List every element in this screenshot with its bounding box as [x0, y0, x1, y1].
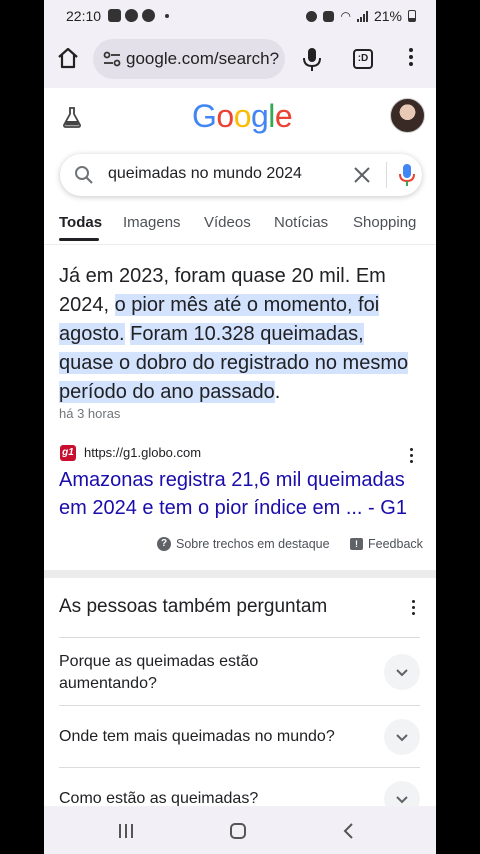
microphone-icon[interactable] [301, 46, 323, 72]
source-url[interactable]: https://g1.globo.com [84, 445, 201, 460]
url-text: google.com/search? [126, 49, 280, 68]
battery-percent: 21% [373, 8, 402, 24]
browser-toolbar: google.com/search? :D [44, 32, 436, 88]
feedback-icon: ! [350, 538, 363, 550]
tab-shopping[interactable]: Shopping [353, 214, 416, 231]
tab-noticias[interactable]: Notícias [274, 214, 328, 231]
tab-switcher-button[interactable]: :D [353, 49, 373, 69]
logo-letter: o [233, 98, 252, 134]
logo-letter: g [250, 98, 269, 134]
about-snippets-label: Sobre trechos em destaque [176, 537, 330, 551]
logo-letter: G [192, 98, 217, 134]
tabs-divider [44, 244, 436, 245]
home-icon[interactable] [56, 46, 80, 70]
chevron-down-icon[interactable] [384, 719, 420, 755]
status-time: 22:10 [66, 8, 102, 24]
status-bar: 22:10 ◠ 21% [44, 0, 436, 32]
logo-letter: e [274, 98, 293, 134]
chevron-down-icon[interactable] [384, 654, 420, 690]
clear-icon[interactable] [352, 165, 372, 185]
logo-letter: o [216, 98, 234, 134]
mute-icon [323, 10, 335, 22]
notification-icons [108, 9, 169, 22]
featured-snippet-text: Já em 2023, foram quase 20 mil. Em 2024,… [59, 262, 421, 407]
snippet-age: há 3 horas [59, 406, 121, 421]
battery-icon [408, 10, 416, 22]
section-separator [44, 570, 436, 578]
feedback-label: Feedback [368, 537, 423, 551]
search-box[interactable]: queimadas no mundo 2024 [60, 154, 422, 196]
v-app-icon [108, 9, 121, 22]
alarm-icon [306, 10, 318, 22]
google-logo[interactable]: Google [192, 98, 293, 135]
home-nav-icon[interactable] [230, 823, 246, 839]
result-more-icon[interactable] [410, 448, 413, 463]
tab-todas[interactable]: Todas [59, 214, 102, 231]
paa-more-icon[interactable] [412, 600, 415, 615]
system-nav-bar [44, 806, 436, 854]
browser-menu-icon[interactable] [403, 48, 419, 70]
about-snippets-link[interactable]: ? Sobre trechos em destaque [157, 537, 330, 551]
paa-item[interactable]: Como estão as queimadas? [59, 767, 420, 817]
avatar[interactable] [390, 98, 425, 133]
labs-flask-icon[interactable] [62, 106, 82, 128]
search-input[interactable]: queimadas no mundo 2024 [108, 165, 302, 183]
paa-title: As pessoas também perguntam [59, 596, 328, 617]
search-filter-tabs: Todas Imagens Vídeos Notícias Shopping [44, 212, 436, 242]
paa-question: Porque as queimadas estão aumentando? [59, 653, 259, 692]
whatsapp-icon [142, 9, 155, 22]
paa-item[interactable]: Porque as queimadas estão aumentando? [59, 637, 420, 705]
back-icon[interactable] [342, 822, 354, 840]
more-notifications-icon [165, 13, 169, 18]
help-icon: ? [157, 537, 171, 551]
address-bar[interactable]: google.com/search? [93, 39, 285, 79]
feedback-link[interactable]: ! Feedback [350, 537, 423, 551]
voice-search-icon[interactable] [398, 163, 416, 187]
source-favicon[interactable]: g1 [60, 445, 76, 461]
logo-letter: l [268, 98, 275, 134]
active-tab-indicator [59, 238, 99, 241]
site-settings-icon[interactable] [103, 51, 121, 67]
paa-question: Onde tem mais queimadas no mundo? [59, 728, 335, 745]
tab-videos[interactable]: Vídeos [204, 214, 251, 231]
search-divider [386, 162, 387, 188]
paa-item[interactable]: Onde tem mais queimadas no mundo? [59, 705, 420, 767]
signal-icon [356, 10, 368, 22]
recents-icon[interactable] [119, 824, 133, 838]
search-icon [75, 166, 93, 184]
system-icons: ◠ 21% [306, 8, 416, 24]
tab-imagens[interactable]: Imagens [123, 214, 181, 231]
wifi-icon: ◠ [340, 9, 351, 23]
chrome-icon [125, 9, 138, 22]
snippet-text-end: . [274, 381, 281, 403]
result-title-link[interactable]: Amazonas registra 21,6 mil queimadas em … [59, 466, 424, 522]
phone-screen: 22:10 ◠ 21% google.com/search?:D Google… [44, 0, 436, 854]
